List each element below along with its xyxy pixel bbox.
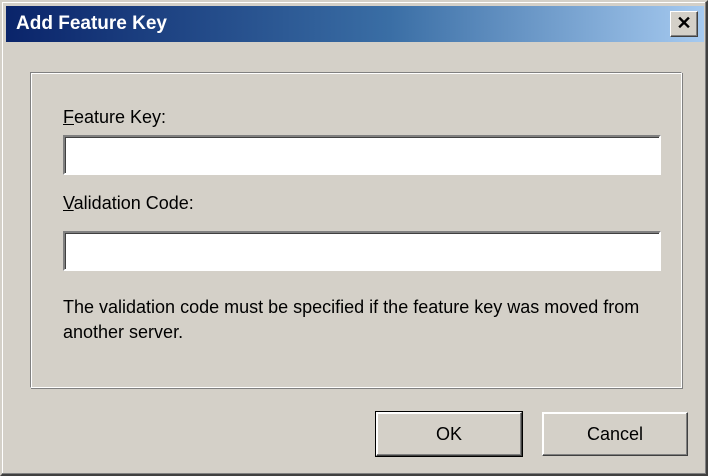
feature-key-mnemonic: F	[63, 107, 74, 127]
validation-note: The validation code must be specified if…	[63, 297, 640, 342]
close-button[interactable]: ✕	[670, 11, 698, 37]
feature-key-label: Feature Key:	[63, 107, 166, 128]
validation-code-label: Validation Code:	[63, 193, 194, 214]
feature-key-input[interactable]	[63, 135, 661, 175]
validation-code-input[interactable]	[63, 231, 661, 271]
title-bar[interactable]: Add Feature Key ✕	[6, 6, 704, 42]
feature-key-label-text: eature Key:	[74, 107, 167, 127]
window-title: Add Feature Key	[16, 13, 167, 34]
validation-code-label-text: alidation Code:	[73, 193, 194, 213]
close-icon: ✕	[676, 13, 692, 33]
dialog-window: Add Feature Key ✕ Feature Key: Validatio…	[0, 0, 708, 476]
cancel-button[interactable]: Cancel	[542, 412, 688, 456]
ok-button[interactable]: OK	[375, 411, 523, 457]
feature-key-group: Feature Key: Validation Code: The valida…	[30, 72, 682, 388]
validation-code-mnemonic: V	[63, 193, 74, 213]
